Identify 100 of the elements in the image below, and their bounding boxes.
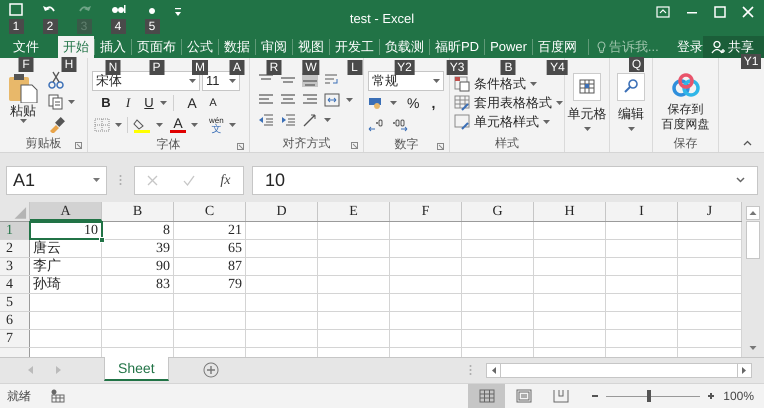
grow-font-button[interactable]: A bbox=[184, 92, 200, 114]
ribbon-tab[interactable]: 文件 bbox=[8, 36, 44, 58]
currency-icon[interactable] bbox=[368, 96, 384, 110]
paintbrush-icon[interactable] bbox=[48, 115, 66, 133]
ribbon-tab[interactable]: 开始 bbox=[58, 36, 94, 58]
table-cell[interactable]: 90 bbox=[102, 258, 174, 275]
font-name-dropdown[interactable]: 宋体 bbox=[92, 71, 200, 91]
copy-icon[interactable] bbox=[48, 94, 64, 110]
customize-icon[interactable] bbox=[174, 7, 182, 17]
insert-function-button[interactable]: fx bbox=[220, 170, 230, 190]
normal-view-button[interactable] bbox=[468, 384, 506, 408]
column-header[interactable]: E bbox=[318, 202, 390, 221]
scroll-up-icon[interactable] bbox=[746, 206, 760, 220]
zoom-slider[interactable] bbox=[604, 390, 702, 402]
table-cell[interactable]: 79 bbox=[174, 276, 246, 293]
column-header[interactable]: H bbox=[534, 202, 606, 221]
cancel-icon[interactable] bbox=[147, 174, 158, 186]
font-color-button[interactable]: A bbox=[170, 117, 186, 133]
column-header[interactable]: F bbox=[390, 202, 462, 221]
borders-icon[interactable] bbox=[94, 118, 110, 132]
phonetic-button[interactable]: wén 文 bbox=[209, 116, 224, 134]
column-header[interactable]: J bbox=[678, 202, 742, 221]
table-cell[interactable]: 21 bbox=[174, 222, 246, 239]
ribbon-tab[interactable]: Power bbox=[485, 36, 532, 58]
ribbon-tab[interactable]: 页面布 bbox=[132, 36, 181, 58]
ribbon-tab[interactable]: 开发工 bbox=[330, 36, 379, 58]
increase-decimal-icon[interactable] bbox=[368, 118, 384, 132]
add-sheet-icon[interactable] bbox=[202, 362, 219, 378]
underline-button[interactable]: U bbox=[142, 93, 156, 113]
save-icon[interactable] bbox=[8, 3, 24, 16]
italic-button[interactable]: I bbox=[120, 93, 136, 113]
ribbon-tab[interactable]: 福昕PD bbox=[430, 36, 484, 58]
horizontal-scrollbar[interactable] bbox=[486, 363, 752, 378]
maximize-icon[interactable] bbox=[714, 6, 726, 18]
orientation-icon[interactable] bbox=[302, 113, 318, 127]
decrease-decimal-icon[interactable] bbox=[392, 118, 408, 132]
row-header[interactable]: 5 bbox=[0, 294, 30, 311]
table-cell[interactable]: 39 bbox=[102, 240, 174, 257]
ribbon-tab[interactable]: 数据 bbox=[219, 36, 255, 58]
paste-button[interactable]: 粘贴 bbox=[4, 71, 42, 134]
editing-button[interactable]: 编辑 bbox=[614, 71, 648, 134]
table-cell[interactable]: 10 bbox=[30, 222, 102, 239]
enter-icon[interactable] bbox=[183, 174, 196, 186]
row-header[interactable]: 1 bbox=[0, 222, 30, 239]
ribbon-tab[interactable]: 公式 bbox=[182, 36, 218, 58]
ribbon-tab[interactable]: 负载测 bbox=[380, 36, 429, 58]
scrollbar-thumb[interactable] bbox=[746, 221, 760, 259]
expand-icon[interactable] bbox=[736, 177, 745, 183]
column-header[interactable]: C bbox=[174, 202, 246, 221]
fill-color-icon[interactable] bbox=[133, 117, 151, 133]
column-header[interactable]: A bbox=[30, 202, 102, 221]
table-cell[interactable]: 唐云 bbox=[30, 240, 102, 257]
row-header[interactable]: 3 bbox=[0, 258, 30, 275]
zoom-out-icon[interactable] bbox=[591, 392, 600, 400]
table-cell[interactable]: 87 bbox=[174, 258, 246, 275]
merge-cells-icon[interactable] bbox=[324, 93, 340, 107]
dialog-launcher-icon[interactable] bbox=[237, 143, 244, 150]
cell-styles-button[interactable]: 单元格样式 bbox=[454, 112, 563, 131]
comma-button[interactable]: , bbox=[431, 92, 436, 114]
table-cell[interactable]: 83 bbox=[102, 276, 174, 293]
increase-indent-icon[interactable] bbox=[280, 113, 296, 127]
collapse-ribbon-icon[interactable] bbox=[743, 140, 752, 146]
ribbon-display-icon[interactable] bbox=[656, 6, 670, 18]
decrease-indent-icon[interactable] bbox=[258, 113, 274, 127]
next-sheet-icon[interactable] bbox=[56, 366, 62, 374]
formula-input[interactable]: 10 bbox=[252, 166, 758, 194]
table-cell[interactable]: 李广 bbox=[30, 258, 102, 275]
name-box[interactable]: A1 bbox=[6, 166, 107, 194]
format-as-table-button[interactable]: 套用表格格式 bbox=[454, 93, 563, 112]
table-cell[interactable]: 孙琦 bbox=[30, 276, 102, 293]
dialog-launcher-icon[interactable] bbox=[437, 143, 444, 150]
zoom-in-icon[interactable] bbox=[707, 392, 716, 400]
sheet-tab[interactable]: Sheet bbox=[104, 357, 169, 381]
font-size-dropdown[interactable]: 11 bbox=[202, 71, 240, 91]
zoom-slider-thumb[interactable] bbox=[646, 390, 651, 402]
conditional-formatting-button[interactable]: 条件格式 bbox=[454, 74, 563, 93]
macro-record-icon[interactable] bbox=[51, 389, 65, 403]
dialog-launcher-icon[interactable] bbox=[75, 142, 82, 149]
table-cell[interactable]: 65 bbox=[174, 240, 246, 257]
ribbon-tab[interactable]: 百度网 bbox=[532, 36, 582, 58]
table-cell[interactable]: 8 bbox=[102, 222, 174, 239]
previous-sheet-icon[interactable] bbox=[28, 366, 34, 374]
shrink-font-button[interactable]: A bbox=[206, 94, 220, 112]
scissors-icon[interactable] bbox=[48, 71, 64, 89]
close-icon[interactable] bbox=[742, 6, 754, 18]
ribbon-tab[interactable]: 视图 bbox=[293, 36, 329, 58]
column-header[interactable]: G bbox=[462, 202, 534, 221]
ribbon-tab[interactable]: 审阅 bbox=[256, 36, 292, 58]
column-header[interactable]: I bbox=[606, 202, 678, 221]
row-header[interactable]: 7 bbox=[0, 330, 30, 347]
zoom-level-text[interactable]: 100% bbox=[723, 387, 754, 405]
row-header[interactable]: 2 bbox=[0, 240, 30, 257]
column-header[interactable]: D bbox=[246, 202, 318, 221]
row-header[interactable]: 6 bbox=[0, 312, 30, 329]
sign-in-link[interactable]: 登录 bbox=[676, 36, 703, 58]
row-header[interactable]: 4 bbox=[0, 276, 30, 293]
fill-handle[interactable] bbox=[99, 237, 105, 243]
number-format-dropdown[interactable]: 常规 bbox=[368, 71, 444, 91]
cells-button[interactable]: 单元格 bbox=[569, 71, 605, 134]
save-to-cloud-button[interactable]: 保存到 百度网盘 bbox=[657, 71, 714, 134]
